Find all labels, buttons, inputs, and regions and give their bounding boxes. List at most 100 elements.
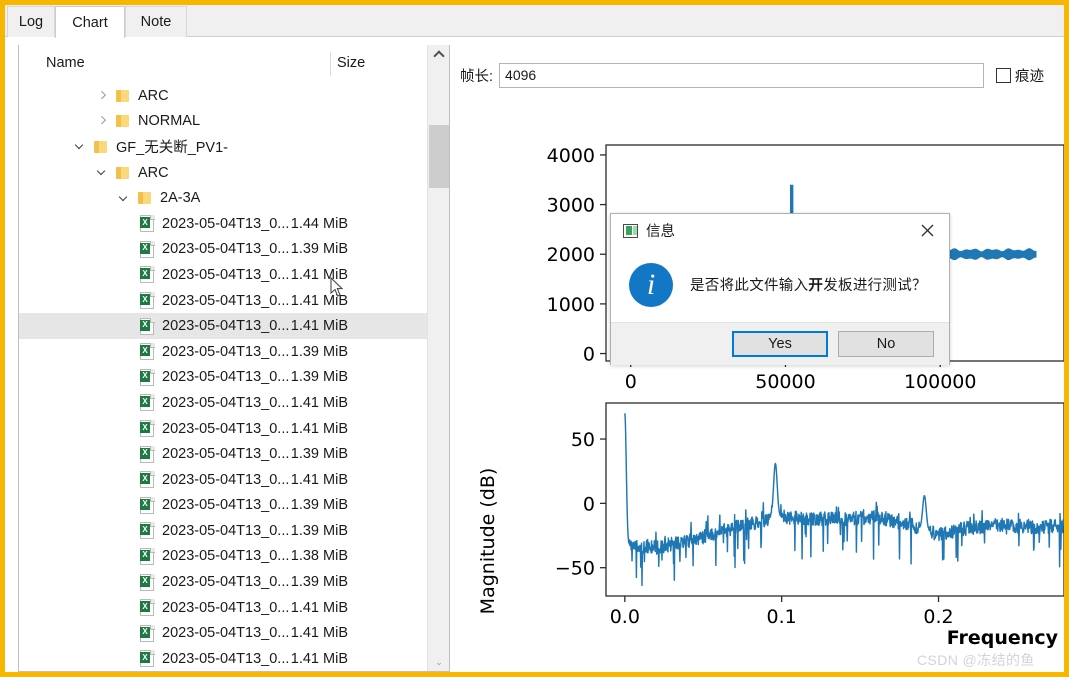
tree-file-row[interactable]: X 2023-05-04T13_0... 1.41 MiB: [19, 416, 428, 442]
no-button[interactable]: No: [838, 331, 934, 357]
chevron-down-icon[interactable]: [118, 192, 131, 205]
dialog-body: i 是否将此文件输入开发板进行测试？: [611, 247, 949, 322]
tree-file-row[interactable]: X 2023-05-04T13_0... 1.38 MiB: [19, 544, 428, 570]
tree-file-size: 1.39 MiB: [290, 522, 348, 539]
tree-folder-row[interactable]: NORMAL: [19, 109, 428, 135]
excel-file-icon: X: [140, 624, 155, 642]
tree-file-row[interactable]: X 2023-05-04T13_0... 1.41 MiB: [19, 620, 428, 646]
info-dialog: 信息 i 是否将此文件输入开发板进行测试？ Yes No: [610, 213, 950, 365]
tree-file-row[interactable]: X 2023-05-04T13_0... 1.39 MiB: [19, 569, 428, 595]
tree-file-size: 1.41 MiB: [290, 599, 348, 616]
tree-file-size: 1.41 MiB: [290, 292, 348, 309]
tree-file-row[interactable]: X 2023-05-04T13_0... 1.39 MiB: [19, 365, 428, 391]
excel-file-icon: X: [140, 368, 155, 386]
tab-note[interactable]: Note: [125, 6, 187, 37]
spectrum-trace: [624, 413, 1064, 587]
close-icon[interactable]: [905, 214, 949, 247]
tree-file-row[interactable]: X 2023-05-04T13_0... 1.41 MiB: [19, 390, 428, 416]
trace-checkbox[interactable]: [996, 67, 1012, 83]
watermark: CSDN @冻结的鱼: [917, 652, 1035, 668]
waveform-y-tick-label: 0: [583, 344, 595, 366]
tree-folder-row[interactable]: 2A-3A: [19, 185, 428, 211]
tree-file-name: 2023-05-04T13_0...: [162, 471, 290, 488]
tree-file-name: 2023-05-04T13_0...: [162, 599, 290, 616]
tab-log[interactable]: Log: [7, 6, 55, 37]
tree-file-name: 2023-05-04T13_0...: [162, 215, 290, 232]
scroll-down-arrow-icon[interactable]: ⌄: [428, 653, 449, 671]
file-tree: ARC NORMAL GF_无关断_PV1- ARC 2A-3A X 2023-05-04T…: [19, 83, 428, 671]
waveform-y-tick-label: 4000: [547, 145, 595, 167]
tree-file-name: 2023-05-04T13_0...: [162, 497, 290, 514]
tree-file-size: 1.39 MiB: [290, 241, 348, 258]
spectrum-x-tick-label: 0.0: [610, 606, 640, 628]
excel-file-icon: X: [140, 292, 155, 310]
folder-icon: [116, 114, 131, 128]
folder-icon: [116, 166, 131, 180]
folder-icon: [116, 89, 131, 103]
trace-checkbox-group[interactable]: 痕迹: [996, 65, 1044, 86]
tree-file-name: 2023-05-04T13_0...: [162, 420, 290, 437]
tree-file-size: 1.41 MiB: [290, 266, 348, 283]
tree-folder-label: NORMAL: [138, 113, 201, 130]
tree-file-row[interactable]: X 2023-05-04T13_0... 1.44 MiB: [19, 211, 428, 237]
column-divider[interactable]: [330, 52, 331, 76]
column-header-size[interactable]: Size: [337, 55, 365, 71]
tree-file-size: 1.38 MiB: [290, 548, 348, 565]
waveform-x-tick-labels: 0 50000 100000: [625, 371, 977, 393]
dialog-footer: Yes No: [611, 322, 949, 365]
yes-button[interactable]: Yes: [732, 331, 828, 357]
scrollbar-thumb[interactable]: [429, 125, 449, 188]
frame-length-input[interactable]: [499, 62, 985, 88]
waveform-y-tick-label: 2000: [547, 244, 595, 266]
spectrum-x-tick-labels: 0.0 0.1 0.2: [610, 606, 954, 628]
tree-file-row[interactable]: X 2023-05-04T13_0... 1.41 MiB: [19, 313, 428, 339]
excel-file-icon: X: [140, 240, 155, 258]
excel-file-icon: X: [140, 420, 155, 438]
chevron-right-icon[interactable]: [96, 115, 109, 128]
chevron-down-icon[interactable]: [96, 166, 109, 179]
tab-note-label: Note: [140, 14, 172, 30]
dialog-message-prefix: 是否将此文件输入: [690, 278, 809, 294]
tree-file-row[interactable]: X 2023-05-04T13_0... 1.39 MiB: [19, 493, 428, 519]
chevron-right-icon[interactable]: [96, 89, 109, 102]
tree-folder-row[interactable]: ARC: [19, 160, 428, 186]
tree-file-size: 1.41 MiB: [290, 318, 348, 335]
scroll-up-arrow-icon[interactable]: [428, 45, 449, 64]
tree-folder-row[interactable]: GF_无关断_PV1-: [19, 134, 428, 160]
tree-file-row[interactable]: X 2023-05-04T13_0... 1.39 MiB: [19, 237, 428, 263]
tree-file-row[interactable]: X 2023-05-04T13_0... 1.41 MiB: [19, 467, 428, 493]
tree-file-name: 2023-05-04T13_0...: [162, 318, 290, 335]
tree-file-name: 2023-05-04T13_0...: [162, 650, 290, 667]
tree-file-name: 2023-05-04T13_0...: [162, 343, 290, 360]
dialog-title-bar[interactable]: 信息: [611, 214, 949, 247]
tree-folder-row[interactable]: ARC: [19, 83, 428, 109]
tree-file-size: 1.39 MiB: [290, 369, 348, 386]
tree-file-size: 1.44 MiB: [290, 215, 348, 232]
tab-log-label: Log: [18, 14, 44, 30]
tree-file-size: 1.39 MiB: [290, 446, 348, 463]
tree-file-name: 2023-05-04T13_0...: [162, 625, 290, 642]
tree-file-row[interactable]: X 2023-05-04T13_0... 1.41 MiB: [19, 595, 428, 621]
excel-file-icon: X: [140, 394, 155, 412]
tree-file-row[interactable]: X 2023-05-04T13_0... 1.41 MiB: [19, 646, 428, 671]
excel-file-icon: X: [140, 547, 155, 565]
chevron-down-icon[interactable]: [74, 140, 87, 153]
tree-file-row[interactable]: X 2023-05-04T13_0... 1.41 MiB: [19, 288, 428, 314]
column-header-name[interactable]: Name: [46, 55, 85, 71]
frame-length-label: 帧长:: [460, 68, 494, 85]
spectrum-x-axis-label: Frequency: [947, 627, 1059, 649]
tab-chart[interactable]: Chart: [55, 6, 125, 38]
tree-file-row[interactable]: X 2023-05-04T13_0... 1.39 MiB: [19, 518, 428, 544]
tree-file-size: 1.41 MiB: [290, 471, 348, 488]
spectrum-y-tick-label: 0: [583, 493, 595, 515]
file-list-scrollbar[interactable]: ⌄: [427, 45, 449, 671]
tree-file-size: 1.39 MiB: [290, 497, 348, 514]
tree-file-row[interactable]: X 2023-05-04T13_0... 1.39 MiB: [19, 441, 428, 467]
spectrum-y-tick-labels: −50 0 50: [555, 429, 595, 580]
dialog-message-bold: 开: [808, 278, 824, 294]
spectrum-chart[interactable]: −50 0 50 0.0 0.1 0.2 Magnitude (dB) Frequenc…: [460, 391, 1064, 666]
tree-file-row[interactable]: X 2023-05-04T13_0... 1.41 MiB: [19, 262, 428, 288]
tab-bar: Log Chart Note: [5, 5, 1064, 38]
waveform-x-tick-label: 0: [625, 371, 637, 393]
tree-file-row[interactable]: X 2023-05-04T13_0... 1.39 MiB: [19, 339, 428, 365]
